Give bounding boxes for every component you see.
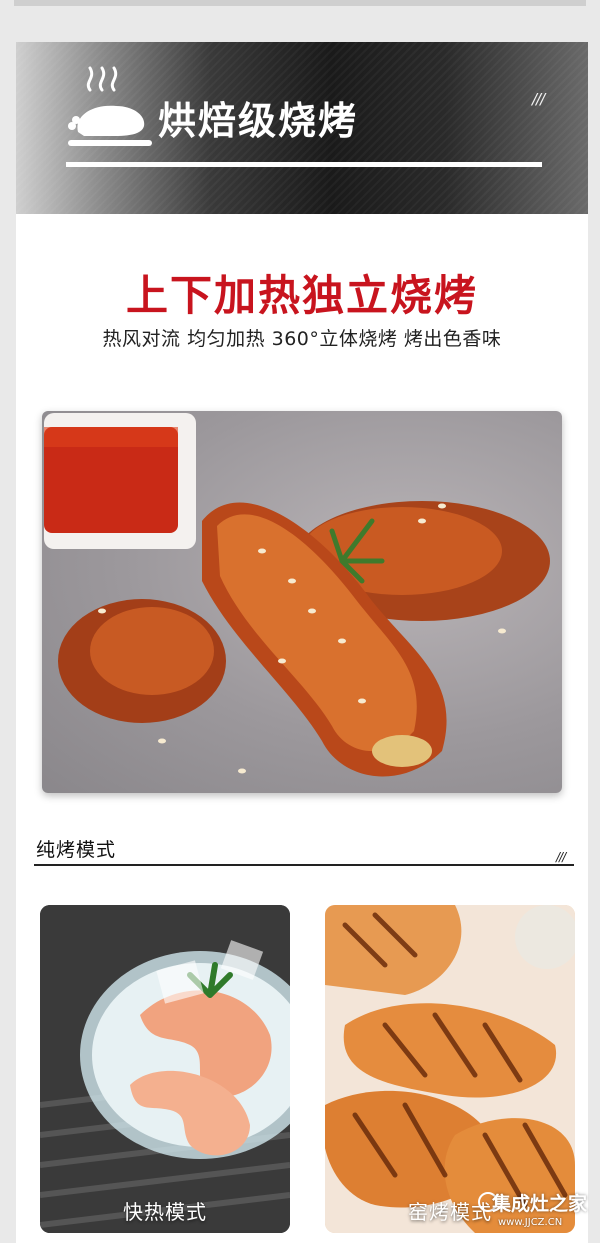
chicken-wings-illustration xyxy=(44,413,550,777)
banner-title: 烘焙级烧烤 xyxy=(158,99,359,143)
chicken-wings-photo xyxy=(42,411,562,793)
grilled-chicken-illustration xyxy=(325,905,575,1233)
headline: 上下加热独立烧烤 xyxy=(125,271,478,320)
site-watermark: 集成灶之家 www.JJCZ.CN xyxy=(478,1188,600,1243)
section-title: 纯烤模式 xyxy=(36,839,117,861)
subheadline: 热风对流 均匀加热 360°立体烧烤 烤出色香味 xyxy=(102,328,502,350)
header-banner: 烘焙级烧烤 /// xyxy=(16,42,588,214)
banner-slash-mark: /// xyxy=(532,90,545,108)
banner-underline xyxy=(66,162,542,167)
watermark-text: 集成灶之家 xyxy=(492,1193,588,1215)
kiln-roast-mode-tile: 窑烤模式 xyxy=(325,905,575,1233)
watermark-url: www.JJCZ.CN xyxy=(498,1217,563,1228)
section-slash-mark: /// xyxy=(556,850,566,864)
content-card: 烘焙级烧烤 /// 上下加热独立烧烤 热风对流 均匀加热 360°立体烧烤 烤出… xyxy=(16,42,588,1243)
roast-chicken-icon xyxy=(68,66,152,146)
section-divider xyxy=(34,864,574,866)
shrimp-illustration xyxy=(40,905,290,1233)
top-divider xyxy=(14,0,586,6)
quick-heat-mode-label: 快热模式 xyxy=(123,1200,207,1224)
quick-heat-mode-tile: 快热模式 xyxy=(40,905,290,1233)
